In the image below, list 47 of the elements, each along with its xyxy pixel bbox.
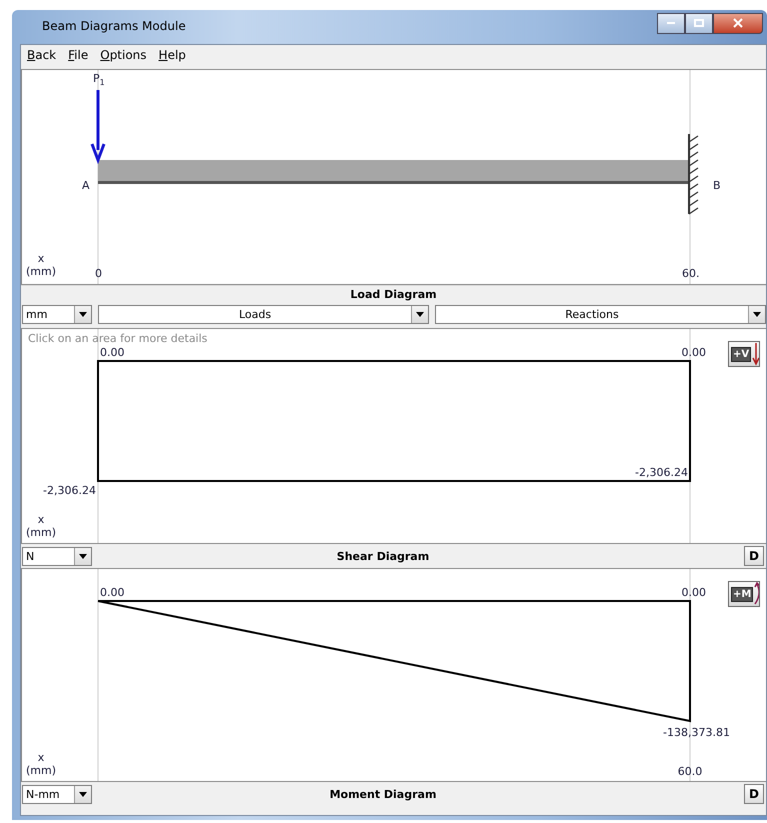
support-label: A (82, 179, 90, 192)
diagram-title: Load Diagram (21, 285, 766, 304)
sign-convention-button[interactable]: +V (728, 341, 760, 367)
caret-icon (753, 312, 761, 317)
close-icon (732, 18, 744, 28)
value-label: 0.00 (682, 586, 706, 599)
menu-item[interactable]: File (68, 48, 88, 66)
axis-tick-label: 0 (95, 267, 102, 280)
axis-label: x (mm) (26, 513, 56, 539)
value-label: 0.00 (100, 346, 124, 359)
dropdown[interactable]: N-mm (22, 784, 92, 804)
details-button[interactable]: D (744, 546, 764, 566)
minimize-button[interactable] (657, 12, 685, 34)
value-label: -2,306.24 (635, 466, 688, 479)
fixed-support-icon (688, 134, 698, 214)
diagram-title: Shear Diagram (336, 550, 430, 562)
down-arrow-icon (752, 342, 759, 366)
value-label: -138,373.81 (663, 726, 730, 739)
details-button[interactable]: D (744, 784, 764, 804)
hint-text: Click on an area for more details (28, 332, 208, 345)
load-label: P$_{1}$ (93, 72, 105, 89)
window-title: Beam Diagrams Module (42, 19, 187, 33)
value-label: -2,306.24 (43, 484, 96, 497)
menu-item[interactable]: Help (158, 48, 186, 66)
caret-icon (79, 792, 87, 796)
caret-icon (79, 554, 87, 558)
axis-label: x (mm) (26, 751, 56, 777)
value-label: 0.00 (682, 346, 706, 359)
maximize-icon (693, 18, 705, 28)
menu-item[interactable]: Options (100, 48, 147, 66)
axis-tick-label: 60.0 (678, 765, 702, 778)
dropdown[interactable]: N (22, 546, 92, 566)
axis-tick-label: 60. (682, 267, 700, 280)
close-button[interactable] (713, 12, 763, 34)
value-label: 0.00 (100, 586, 124, 599)
support-label: B (713, 179, 721, 192)
curved-arrow-icon (754, 582, 759, 606)
caret-icon (79, 312, 87, 317)
dropdown[interactable]: mm (22, 305, 92, 324)
axis-label: x (mm) (26, 252, 56, 278)
diagram-title: Moment Diagram (328, 788, 438, 800)
dropdown[interactable]: Reactions (435, 305, 766, 324)
maximize-button[interactable] (685, 12, 713, 34)
dropdown[interactable]: Loads (98, 305, 429, 324)
menu-item[interactable]: Back (27, 48, 56, 66)
caret-icon (416, 312, 424, 317)
sign-convention-button[interactable]: +M (728, 581, 760, 607)
